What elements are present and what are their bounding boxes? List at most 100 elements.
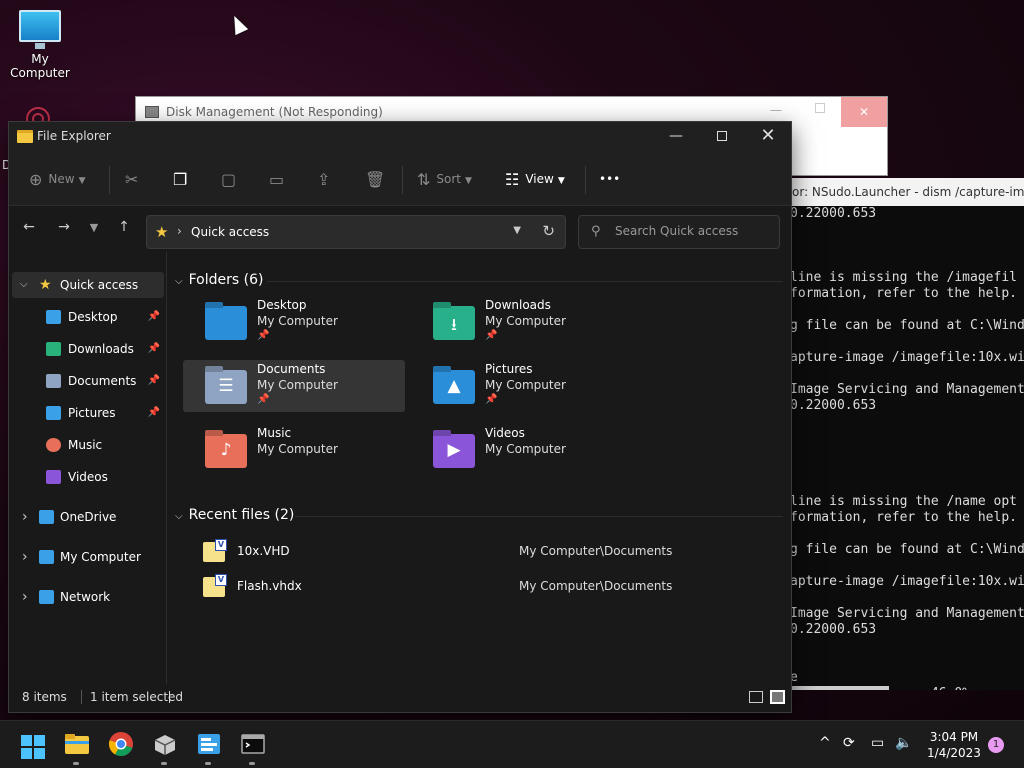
chevron-right-icon[interactable]: › <box>22 584 28 610</box>
folder-icon <box>65 734 89 754</box>
network-icon[interactable]: ▭ <box>871 735 884 751</box>
folder-location: My Computer <box>485 378 566 392</box>
taskbar-disk-management[interactable] <box>196 731 222 765</box>
address-dropdown-button[interactable]: ▼ <box>513 225 521 236</box>
star-icon: ★ <box>39 277 52 293</box>
tiles-view-button[interactable] <box>770 690 785 704</box>
sync-icon[interactable]: ⟳ <box>843 735 855 751</box>
taskbar-terminal[interactable] <box>240 731 266 765</box>
search-box[interactable]: ⚲ <box>578 215 780 249</box>
sidebar-item-music[interactable]: Music <box>12 432 164 458</box>
folder-name: Music <box>257 426 292 440</box>
folder-tile-videos[interactable]: ▶ Videos My Computer <box>411 424 633 476</box>
disk-management-icon <box>198 734 220 754</box>
chevron-right-icon[interactable]: › <box>22 504 28 530</box>
rename-button[interactable]: ▭ <box>269 168 290 190</box>
sidebar-item-desktop[interactable]: Desktop 📌 <box>12 304 164 330</box>
terminal-line: e <box>790 670 798 685</box>
copy-button[interactable]: ❐ <box>173 168 193 190</box>
view-button[interactable]: ☷ View ▼ <box>505 168 565 190</box>
details-view-button[interactable] <box>749 691 763 703</box>
recent-header-label: Recent files (2) <box>188 507 295 523</box>
chevron-down-icon: ⌵ <box>175 276 183 287</box>
folder-location: My Computer <box>257 314 338 328</box>
search-input[interactable] <box>615 224 775 238</box>
show-hidden-icons-button[interactable]: ^ <box>819 735 831 751</box>
sidebar-item-pictures[interactable]: Pictures 📌 <box>12 400 164 426</box>
taskbar-chrome[interactable] <box>108 731 134 757</box>
disk-management-maximize-button[interactable] <box>815 103 825 113</box>
sidebar-item-downloads[interactable]: Downloads 📌 <box>12 336 164 362</box>
close-button[interactable]: ✕ <box>745 122 791 152</box>
videos-icon <box>46 470 61 484</box>
terminal-window[interactable]: or: NSudo.Launcher - dism /capture-image… <box>785 178 1024 690</box>
sort-label: Sort <box>436 172 462 186</box>
start-button[interactable] <box>21 735 45 759</box>
recent-files-section-header[interactable]: ⌵ Recent files (2) <box>175 507 294 523</box>
sidebar-item-label: Desktop <box>68 310 118 324</box>
sidebar-item-quick-access[interactable]: ⌵ ★ Quick access <box>12 272 164 298</box>
disk-management-minimize-button[interactable]: — <box>770 103 782 117</box>
terminal-line: apture-image /imagefile:10x.wi <box>790 574 1024 589</box>
refresh-button[interactable]: ↻ <box>542 222 555 240</box>
more-options-button[interactable]: ••• <box>599 168 620 190</box>
terminal-line: apture-image /imagefile:10x.wi <box>790 350 1024 365</box>
pin-icon: 📌 <box>147 311 160 322</box>
volume-icon[interactable]: 🔈 <box>895 735 912 751</box>
address-bar[interactable]: ★ › Quick access ▼ ↻ <box>146 215 566 249</box>
downloads-folder-icon: ⭳ <box>433 306 475 340</box>
recent-file-row[interactable]: V 10x.VHD My Computer\Documents <box>199 538 779 566</box>
disk-management-close-button[interactable]: ✕ <box>841 97 887 127</box>
taskbar-app-installer[interactable] <box>152 731 178 765</box>
selection-count: 1 item selected <box>81 690 183 704</box>
folder-location: My Computer <box>257 378 338 392</box>
taskbar-file-explorer[interactable] <box>64 731 90 765</box>
cut-button[interactable]: ✂ <box>125 168 144 190</box>
recent-file-row[interactable]: V Flash.vhdx My Computer\Documents <box>199 573 779 601</box>
delete-button[interactable]: 🗑 <box>365 168 391 190</box>
recent-locations-button[interactable]: ▼ <box>82 221 106 234</box>
sidebar-item-label: Documents <box>68 374 137 388</box>
file-explorer-window[interactable]: File Explorer — ✕ ⊕ New ▼ ✂ ❐ ▢ ▭ ⇪ 🗑 ⇅ Sor… <box>8 121 792 713</box>
folder-tile-music[interactable]: ♪ Music My Computer <box>183 424 405 476</box>
folder-tile-desktop[interactable]: Desktop My Computer 📌 <box>183 296 405 348</box>
chevron-right-icon[interactable]: › <box>22 544 28 570</box>
item-count: 8 items <box>22 690 67 704</box>
desktop-icon-my-computer[interactable]: My Computer <box>0 8 80 80</box>
folder-tile-pictures[interactable]: ▲ Pictures My Computer 📌 <box>411 360 633 412</box>
share-button[interactable]: ⇪ <box>317 168 336 190</box>
folders-section-header[interactable]: ⌵ Folders (6) <box>175 272 263 288</box>
notification-badge[interactable]: 1 <box>988 737 1004 753</box>
sidebar-item-onedrive[interactable]: › OneDrive <box>12 504 164 530</box>
clock[interactable]: 3:04 PM 1/4/2023 <box>920 729 988 761</box>
sidebar-item-my-computer[interactable]: › My Computer <box>12 544 164 570</box>
sort-button[interactable]: ⇅ Sort ▼ <box>417 168 472 190</box>
paste-button[interactable]: ▢ <box>221 168 242 190</box>
folder-tile-documents[interactable]: ☰ Documents My Computer 📌 <box>183 360 405 412</box>
sidebar-item-documents[interactable]: Documents 📌 <box>12 368 164 394</box>
content-pane: ⌵ Folders (6) ⌵ Recent files (2) Desktop My… <box>167 252 791 684</box>
package-icon <box>154 735 176 755</box>
back-button[interactable]: ← <box>17 219 41 235</box>
folder-glyph: ⭳ <box>451 315 457 335</box>
up-button[interactable]: ↑ <box>112 219 136 235</box>
sidebar-item-network[interactable]: › Network <box>12 584 164 610</box>
chevron-down-icon[interactable]: ⌵ <box>20 272 28 298</box>
folder-glyph: ▲ <box>447 376 461 396</box>
minimize-button[interactable]: — <box>653 122 699 152</box>
forward-button[interactable]: → <box>52 219 76 235</box>
folder-glyph: ☰ <box>218 376 234 396</box>
explorer-titlebar[interactable]: File Explorer — ✕ <box>9 122 791 152</box>
star-icon: ★ <box>155 223 169 241</box>
folder-tile-downloads[interactable]: ⭳ Downloads My Computer 📌 <box>411 296 633 348</box>
terminal-line: Image Servicing and Management <box>790 606 1024 621</box>
taskbar: ^ ⟳ ▭ 🔈 3:04 PM 1/4/2023 1 <box>0 720 1024 768</box>
new-button[interactable]: ⊕ New ▼ <box>29 168 86 190</box>
maximize-button[interactable] <box>699 122 745 152</box>
sidebar-item-videos[interactable]: Videos <box>12 464 164 490</box>
